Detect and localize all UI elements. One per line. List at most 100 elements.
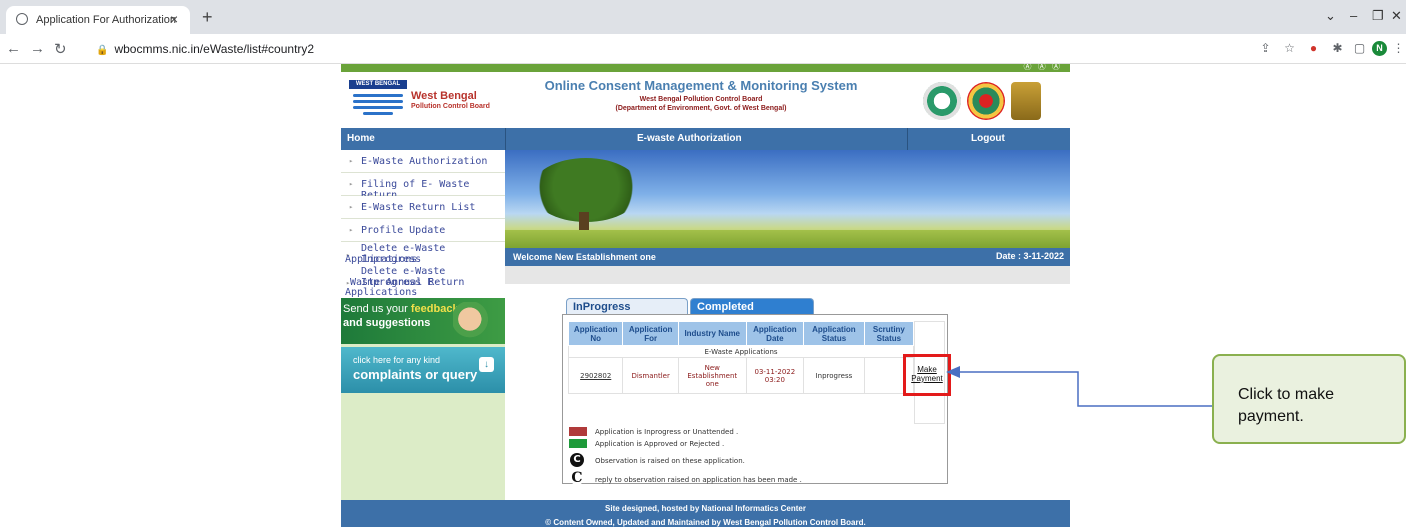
application-status-cell: Inprogress	[803, 357, 865, 394]
address-bar: ← → ↻ 🔒 wbocmms.nic.in/eWaste/list#countr…	[0, 34, 1406, 64]
menu-home[interactable]: Home	[347, 128, 375, 150]
extension-icon[interactable]: ●	[1306, 41, 1321, 56]
sidebar: ▸ E-Waste Authorization ▸ Filing of E- Was…	[341, 150, 505, 527]
gray-strip	[505, 266, 1070, 284]
reply-c-icon: C	[570, 470, 584, 486]
browser-tab-bar: Application For Authorization × + ⌄ – ❐ …	[0, 0, 1406, 34]
sidebar-item-return-list[interactable]: ▸ E-Waste Return List	[341, 196, 505, 219]
tree-banner-image	[505, 150, 1070, 248]
sidebar-item-profile-update[interactable]: ▸ Profile Update	[341, 219, 505, 242]
logo-name: West Bengal	[411, 90, 477, 102]
footer-line-2: © Content Owned, Updated and Maintained …	[545, 518, 866, 527]
site-footer: Site designed, hosted by National Inform…	[341, 500, 1070, 527]
application-for-cell: Dismantler	[622, 357, 679, 394]
wb-emblem-icon	[923, 82, 961, 120]
wbpcb-seal-icon	[967, 82, 1005, 120]
table-row: 2902802 Dismantler New Establishment one…	[567, 357, 915, 394]
sidebar-item-label: E-Waste Return List	[361, 202, 476, 213]
make-payment-link[interactable]: Make Payment	[903, 354, 951, 396]
sidebar-item-label: Applications	[345, 287, 418, 298]
feedback-line-1: Send us your feedback	[343, 303, 459, 315]
group-label: E-Waste Applications	[568, 345, 914, 358]
table-header-row: Application No Application For Industry …	[567, 321, 915, 346]
site-title: Online Consent Management & Monitoring S…	[544, 78, 858, 93]
sidebar-item-label: Profile Update	[361, 225, 446, 236]
sidebar-item-delete-return[interactable]: ▸ Delete e-Waste Inprogress E- Waste Ann…	[341, 265, 505, 298]
tab-search-icon[interactable]: ⌄	[1325, 8, 1336, 24]
date-text: Date : 3-11-2022	[995, 251, 1064, 261]
tree-trunk	[579, 212, 589, 232]
callout-text: Click to make payment.	[1238, 386, 1335, 425]
col-industry-name: Industry Name	[677, 321, 747, 346]
grass-field	[505, 230, 1070, 248]
sidebar-item-delete-inprogress[interactable]: ▸ Delete e-Waste Inprogress Applications	[341, 242, 505, 265]
restore-icon[interactable]: ❐	[1372, 8, 1384, 24]
col-application-for: Application For	[622, 321, 679, 346]
feedback-banner[interactable]: Send us your feedback and suggestions	[341, 298, 505, 344]
menu-ewaste-authorization[interactable]: E-waste Authorization	[637, 128, 742, 150]
profile-avatar[interactable]: N	[1372, 41, 1387, 56]
legend-reply: C reply to observation raised on applica…	[569, 471, 929, 487]
logo-banner-text: WEST BENGAL	[349, 80, 407, 89]
accessibility-icons[interactable]: Ⓐ Ⓐ Ⓐ	[1024, 61, 1062, 72]
site-subtitle-1: West Bengal Pollution Control Board	[639, 96, 763, 103]
legend-green: Application is Approved or Rejected .	[569, 439, 929, 453]
url-text: wbocmms.nic.in/eWaste/list#country2	[114, 42, 315, 56]
welcome-bar: Welcome New Establishment one Date : 3-1…	[505, 248, 1070, 266]
applications-panel: Application No Application For Industry …	[562, 314, 948, 487]
puzzle-icon[interactable]: ✱	[1330, 41, 1345, 56]
wbpcb-logo: WEST BENGAL	[349, 80, 407, 118]
down-arrow-icon: ↓	[479, 357, 494, 372]
browser-tab[interactable]: Application For Authorization ×	[6, 6, 190, 34]
legend-reply-text: reply to observation raised on applicati…	[595, 476, 802, 484]
url-field[interactable]: 🔒 wbocmms.nic.in/eWaste/list#country2	[96, 42, 314, 56]
bookmark-star-icon[interactable]: ☆	[1282, 41, 1297, 56]
industry-name-cell: New Establishment one	[677, 357, 747, 394]
tab-title: Application For Authorization	[36, 14, 177, 26]
reload-icon[interactable]: ↻	[54, 40, 67, 58]
bullet-icon: ▸	[349, 180, 354, 188]
application-no-link[interactable]: 2902802	[567, 357, 624, 394]
forward-icon[interactable]: →	[30, 40, 45, 57]
col-application-status: Application Status	[803, 321, 865, 346]
sidebar-item-filing-return[interactable]: ▸Filing of E- Waste Return	[341, 173, 505, 201]
close-window-icon[interactable]: ✕	[1391, 8, 1402, 24]
menu-logout[interactable]: Logout	[971, 128, 1005, 150]
logo-subtitle: Pollution Control Board	[411, 103, 490, 110]
sidepanel-icon[interactable]: ▢	[1352, 41, 1367, 56]
sidebar-item-ewaste-authorization[interactable]: ▸ E-Waste Authorization	[341, 150, 505, 173]
globe-icon	[16, 13, 28, 25]
share-icon[interactable]: ⇪	[1258, 41, 1273, 56]
complaint-line-1: click here for any kind	[353, 355, 441, 365]
instruction-callout: Click to make payment.	[1212, 354, 1406, 444]
col-scrutiny-status: Scrutiny Status	[863, 321, 915, 346]
site-subtitle-2: (Department of Environment, Govt. of Wes…	[615, 105, 787, 112]
green-square-icon	[569, 439, 587, 448]
footer-line-1: Site designed, hosted by National Inform…	[605, 504, 806, 513]
sidebar-item-label: E-Waste Authorization	[361, 156, 488, 167]
bullet-icon: ▸	[349, 226, 354, 234]
minimize-icon[interactable]: –	[1350, 8, 1357, 23]
main-menu: Home E-waste Authorization Logout	[341, 128, 1070, 150]
applications-table: Application No Application For Industry …	[567, 321, 915, 394]
top-strip: Ⓐ Ⓐ Ⓐ	[341, 61, 1070, 72]
back-icon[interactable]: ←	[6, 40, 21, 57]
group-row: E-Waste Applications	[568, 345, 914, 358]
complaint-banner[interactable]: click here for any kind complaints or qu…	[341, 347, 505, 393]
welcome-text: Welcome New Establishment one	[513, 252, 656, 262]
national-emblem-icon	[1011, 82, 1041, 120]
feedback-line-2: and suggestions	[343, 317, 431, 329]
complaint-line-2: complaints or query	[353, 367, 478, 382]
col-application-no: Application No	[567, 321, 624, 346]
legend-observation-text: Observation is raised on these applicati…	[595, 457, 745, 465]
legend-red-text: Application is Inprogress or Unattended …	[595, 428, 739, 436]
red-square-icon	[569, 427, 587, 436]
application-date-cell: 03-11-2022 03:20	[745, 357, 805, 394]
hands-plant-icon	[453, 302, 495, 340]
menu-kebab-icon[interactable]: ⋮	[1391, 41, 1406, 56]
observation-c-icon: C	[570, 453, 584, 467]
legend-observation: C Observation is raised on these applica…	[569, 453, 929, 469]
sidebar-item-label: Applications	[345, 254, 418, 265]
tab-close-icon[interactable]: ×	[170, 11, 178, 27]
new-tab-button[interactable]: +	[202, 7, 213, 28]
